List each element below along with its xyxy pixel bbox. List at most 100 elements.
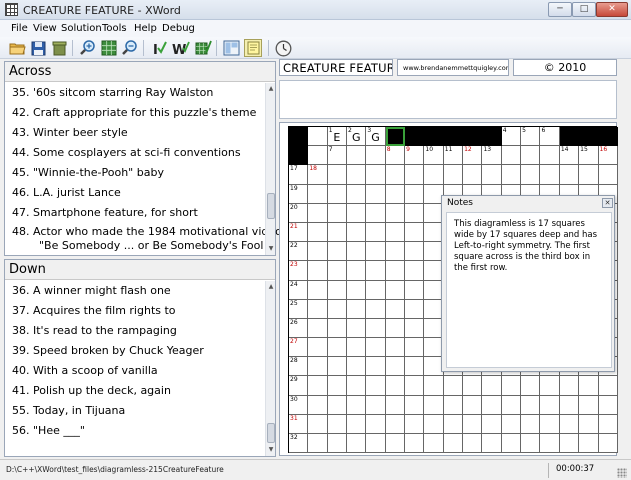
grid-cell[interactable] [521,414,541,434]
grid-cell[interactable] [347,146,367,166]
grid-cell[interactable] [327,395,348,415]
check-grid-icon[interactable] [194,39,212,57]
list-item[interactable]: 39. Speed broken by Chuck Yeager [5,341,267,361]
grid-cell[interactable] [385,318,406,339]
grid-cell[interactable] [327,434,348,454]
grid-cell[interactable] [289,127,309,147]
grid-cell[interactable] [366,203,386,223]
grid-cell[interactable] [405,299,425,319]
grid-cell[interactable] [559,414,580,434]
grid-cell[interactable] [308,434,328,454]
menu-solution[interactable]: Solution [61,23,102,34]
grid-cell[interactable] [540,165,560,185]
grid-cell[interactable] [308,338,328,358]
menu-tools[interactable]: Tools [102,23,127,34]
list-item[interactable]: 44. Some cosplayers at sci-fi convention… [5,143,267,163]
list-item[interactable]: 48. Actor who made the 1984 motivational… [5,223,282,255]
grid-cell[interactable] [366,395,386,415]
save-icon[interactable] [29,39,47,57]
notes-close-icon[interactable]: ✕ [602,198,613,208]
grid-cell[interactable]: 8 [385,146,406,166]
grid-cell[interactable] [347,184,367,204]
grid-cell[interactable] [540,414,560,434]
grid-cell[interactable] [405,203,425,223]
grid-cell[interactable] [366,376,386,396]
grid-cell[interactable] [598,165,618,185]
grid-cell[interactable]: 14 [559,146,580,166]
grid-cell[interactable] [579,165,599,185]
list-item[interactable]: 35. '60s sitcom starring Ray Walston [5,83,267,103]
grid-cell[interactable] [385,414,406,434]
grid-cell[interactable] [463,434,483,454]
zoom-out-icon[interactable] [121,39,139,57]
grid-cell[interactable] [366,434,386,454]
grid-cell[interactable] [327,357,348,377]
grid-cell[interactable] [559,127,580,147]
grid-cell[interactable]: 17 [289,165,309,185]
grid-cell[interactable] [385,222,406,243]
grid-cell[interactable] [385,184,406,204]
grid-cell[interactable]: 16 [598,146,618,166]
grid-cell[interactable] [347,222,367,243]
grid-cell[interactable] [308,414,328,434]
resize-grip-icon[interactable] [617,468,627,478]
grid-cell[interactable] [501,434,522,454]
list-item[interactable]: 40. With a scoop of vanilla [5,361,267,381]
grid-cell[interactable] [366,261,386,281]
grid-cell[interactable] [347,357,367,377]
scroll-down-icon[interactable]: ▼ [266,243,276,255]
grid-cell[interactable] [327,222,348,243]
grid-cell[interactable] [559,434,580,454]
grid-cell[interactable]: 25 [289,299,309,319]
grid-cell[interactable] [347,318,367,339]
grid-cell[interactable] [579,376,599,396]
grid-cell[interactable] [405,242,425,262]
grid-cell[interactable] [327,376,348,396]
grid-cell[interactable] [366,414,386,434]
menu-view[interactable]: View [33,23,57,34]
check-word-icon[interactable]: W [172,39,190,57]
scroll-down-icon[interactable]: ▼ [266,444,276,456]
grid-cell[interactable] [579,414,599,434]
grid-cell[interactable]: 23 [289,261,309,281]
grid-cell[interactable] [366,242,386,262]
grid-cell[interactable] [366,338,386,358]
list-item[interactable]: 38. It's read to the rampaging [5,321,267,341]
grid-cell[interactable] [463,376,483,396]
grid-cell[interactable] [598,434,618,454]
grid-cell[interactable]: 32 [289,434,309,454]
list-item[interactable]: 47. Smartphone feature, for short [5,203,267,223]
grid-cell[interactable] [463,127,483,147]
grid-cell[interactable] [424,434,444,454]
grid-cell[interactable] [405,338,425,358]
grid-cell[interactable]: 24 [289,280,309,300]
grid-cell[interactable] [308,261,328,281]
grid-cell[interactable]: 5 [521,127,541,147]
grid-cell[interactable] [385,242,406,262]
grid-cell[interactable] [405,184,425,204]
grid-cell[interactable] [327,318,348,339]
grid-cell[interactable] [501,395,522,415]
grid-cell[interactable]: 12 [463,146,483,166]
grid-cell[interactable] [540,376,560,396]
grid-cell[interactable] [385,165,406,185]
grid-cell[interactable] [327,242,348,262]
grid-cell[interactable] [308,242,328,262]
list-item[interactable]: 36. A winner might flash one [5,281,267,301]
grid-cell[interactable]: 7 [327,146,348,166]
grid-cell[interactable] [385,338,406,358]
grid-cell[interactable] [347,261,367,281]
grid-cell[interactable] [501,414,522,434]
grid-cell[interactable]: 27 [289,338,309,358]
grid-cell[interactable] [521,165,541,185]
grid-cell[interactable] [540,434,560,454]
grid-cell[interactable] [347,434,367,454]
minimize-button[interactable]: ─ [548,2,572,17]
grid-cell[interactable] [559,165,580,185]
grid-cell[interactable] [579,395,599,415]
grid-cell[interactable] [521,434,541,454]
list-item[interactable]: 56. "Hee ___" [5,421,267,441]
grid-cell[interactable] [443,127,464,147]
grid-cell[interactable] [463,414,483,434]
grid-cell[interactable] [385,357,406,377]
